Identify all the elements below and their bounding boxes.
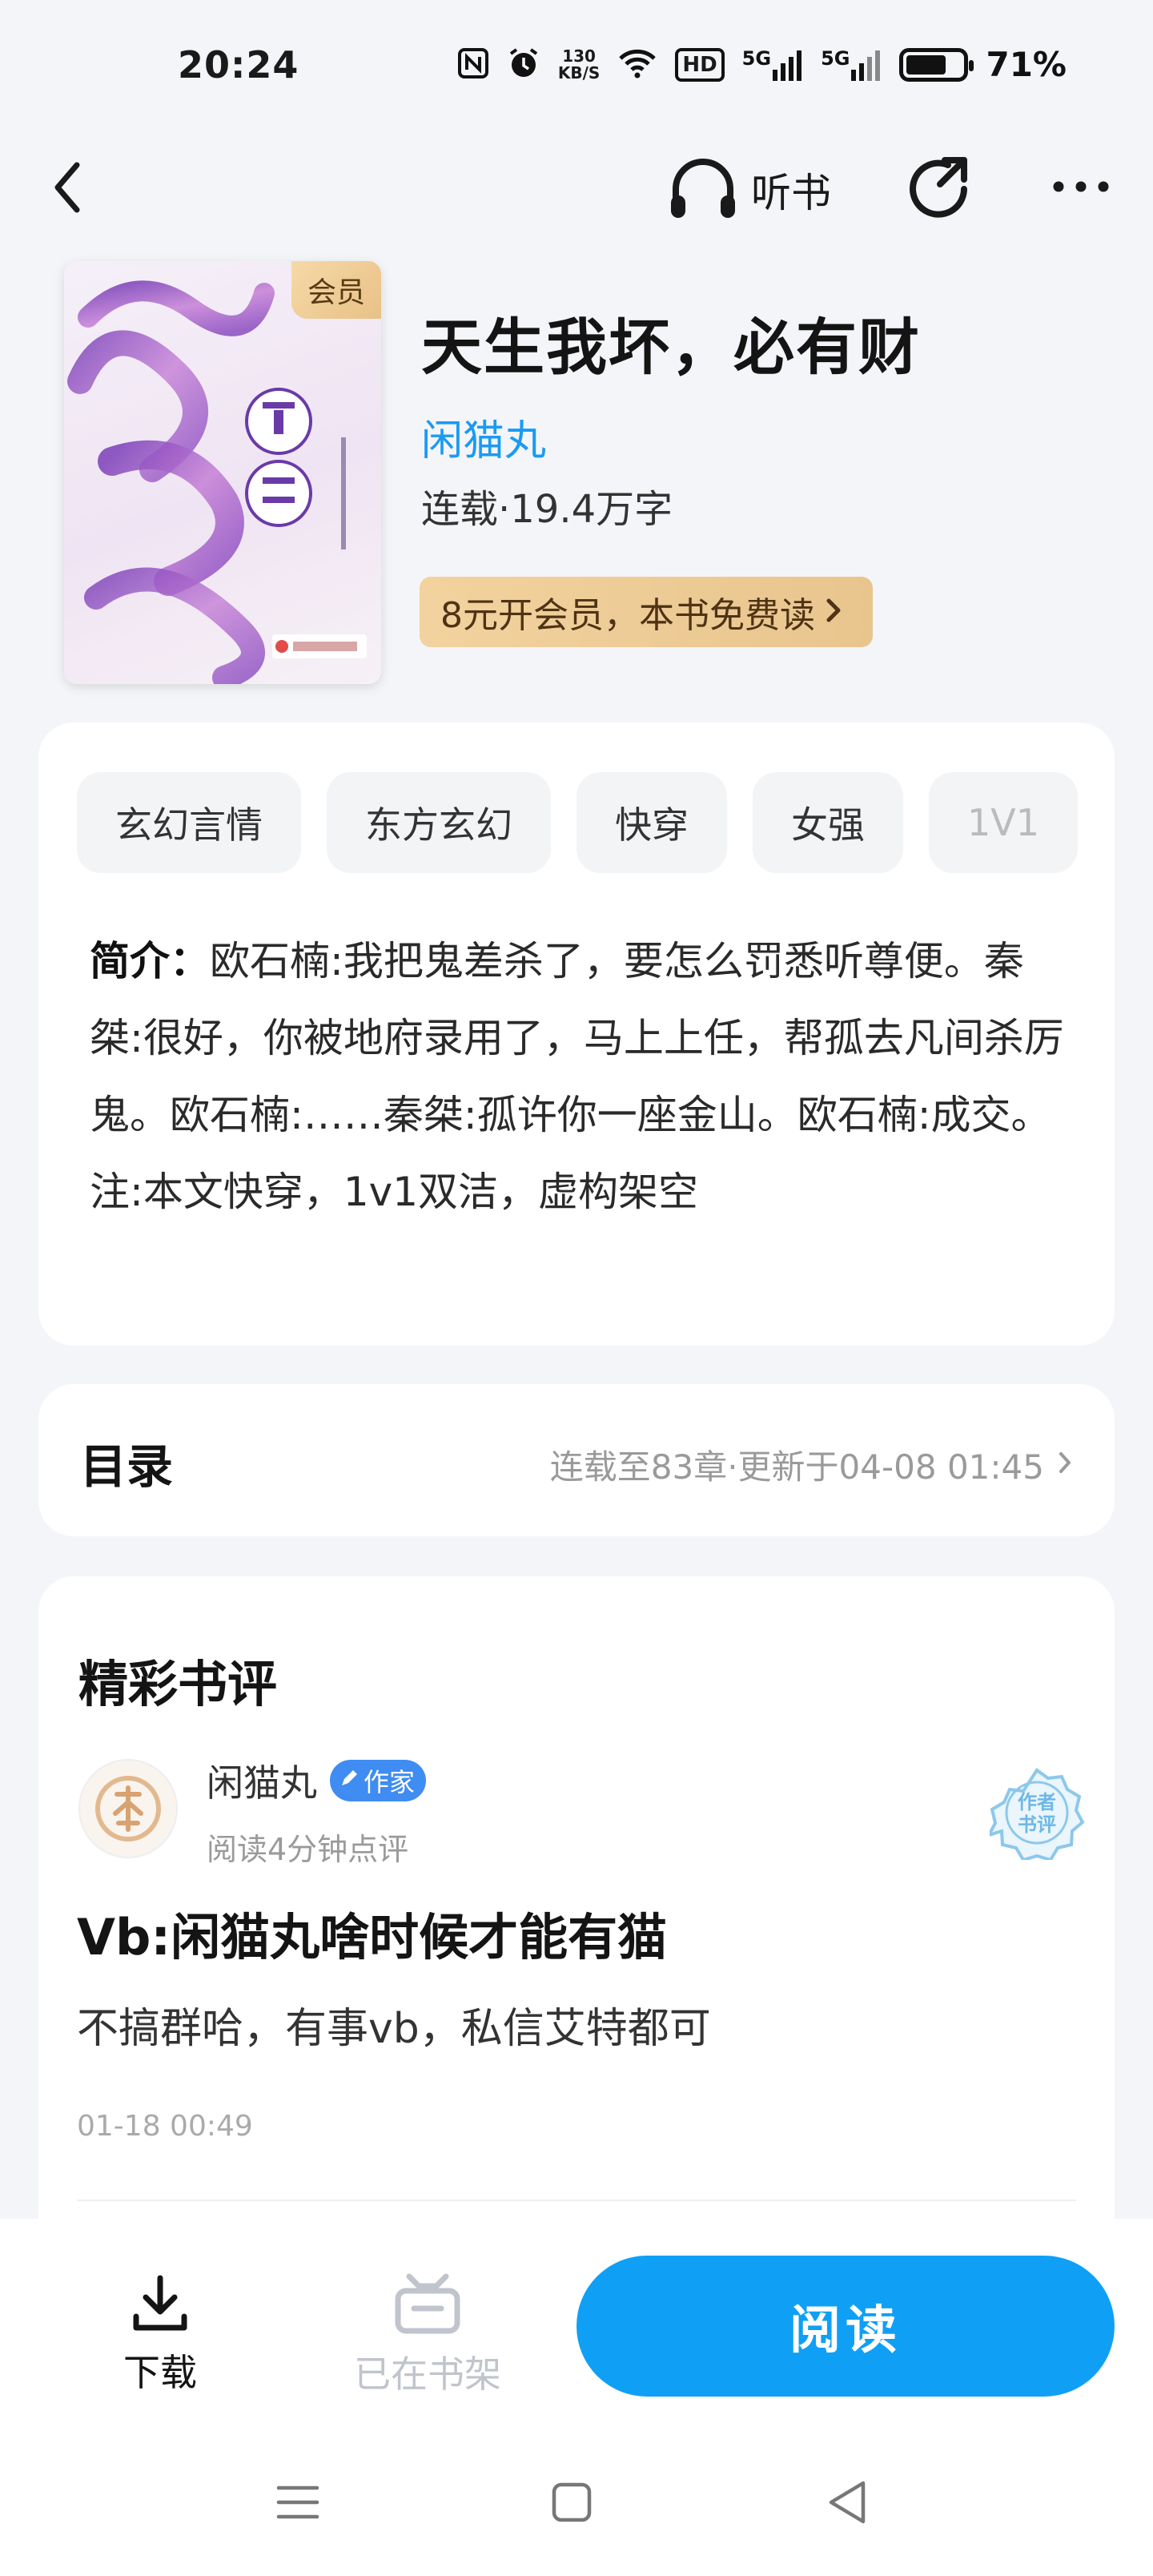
recents-menu-icon[interactable] bbox=[275, 2478, 320, 2530]
bookshelf-label: 已在书架 bbox=[354, 2353, 501, 2396]
tag-chip[interactable]: 女强 bbox=[753, 772, 903, 873]
intro-label: 简介： bbox=[90, 938, 210, 984]
status-bar: 20:24 130 KB/S HD 5G 5G 71% bbox=[0, 0, 1153, 136]
more-icon[interactable] bbox=[1049, 167, 1113, 207]
author-badge: 作家 bbox=[330, 1760, 427, 1801]
stamp-line-2: 书评 bbox=[1018, 1813, 1056, 1836]
vip-offer-button[interactable]: 8元开会员，本书免费读 bbox=[420, 577, 873, 647]
alarm-icon bbox=[507, 46, 540, 83]
avatar[interactable] bbox=[78, 1759, 178, 1858]
review-user-name: 闲猫丸 bbox=[207, 1761, 317, 1805]
vip-offer-label: 8元开会员，本书免费读 bbox=[440, 595, 815, 636]
signal-label-2: 5G bbox=[821, 46, 850, 70]
book-author-link[interactable]: 闲猫丸 bbox=[421, 407, 546, 467]
review-sub: 阅读4分钟点评 bbox=[207, 1832, 409, 1867]
hd-icon: HD bbox=[675, 47, 725, 82]
wifi-icon bbox=[617, 47, 657, 83]
chevron-right-icon bbox=[825, 592, 842, 633]
signal-5g-icon-2: 5G bbox=[821, 49, 882, 81]
status-icons: 130 KB/S HD 5G 5G 71% bbox=[457, 45, 1067, 84]
vip-badge: 会员 bbox=[291, 261, 381, 319]
toc-status-text: 连载至83章·更新于04-08 01:45 bbox=[549, 1447, 1044, 1487]
net-speed: 130 KB/S bbox=[557, 46, 601, 83]
read-button[interactable]: 阅读 bbox=[576, 2256, 1115, 2397]
download-label: 下载 bbox=[123, 2351, 197, 2394]
tag-chip[interactable]: 1V1 bbox=[929, 772, 1079, 873]
intro-text[interactable]: 简介：欧石楠:我把鬼差杀了，要怎么罚悉听尊便。秦桀:很好，你被地府录用了，马上上… bbox=[90, 923, 1076, 1230]
battery-fill bbox=[906, 54, 946, 74]
net-speed-value: 130 bbox=[562, 46, 596, 66]
divider bbox=[77, 2200, 1076, 2201]
review-body[interactable]: 不搞群哈，有事vb，私信艾特都可 bbox=[77, 1994, 711, 2055]
book-cover[interactable]: 会员 bbox=[64, 261, 381, 684]
pen-icon bbox=[338, 1765, 359, 1796]
signal-5g-icon-1: 5G bbox=[742, 49, 803, 81]
author-review-stamp-icon: 作者 书评 bbox=[985, 1765, 1085, 1862]
tag-list: 玄幻言情 东方玄幻 快穿 女强 1V1 bbox=[77, 772, 1115, 873]
intro-card: 玄幻言情 东方玄幻 快穿 女强 1V1 简介：欧石楠:我把鬼差杀了，要怎么罚悉听… bbox=[38, 722, 1115, 1346]
book-cover-art bbox=[67, 280, 367, 684]
listen-label: 听书 bbox=[751, 170, 831, 216]
tag-chip[interactable]: 玄幻言情 bbox=[77, 772, 301, 873]
review-title[interactable]: Vb:闲猫丸啥时候才能有猫 bbox=[77, 1897, 667, 1969]
nfc-icon bbox=[457, 47, 489, 83]
chevron-left-icon[interactable] bbox=[45, 155, 93, 219]
intro-body: 欧石楠:我把鬼差杀了，要怎么罚悉听尊便。秦桀:很好，你被地府录用了，马上上任，帮… bbox=[90, 938, 1064, 1215]
headphones-icon bbox=[665, 154, 741, 226]
tag-chip[interactable]: 东方玄幻 bbox=[327, 772, 551, 873]
bookshelf-button[interactable]: 已在书架 bbox=[339, 2272, 516, 2398]
download-icon bbox=[130, 2275, 191, 2339]
signal-label-1: 5G bbox=[741, 46, 772, 70]
system-nav-bar bbox=[0, 2459, 1153, 2555]
book-title: 天生我坏，必有财 bbox=[421, 312, 921, 383]
book-meta: 连载·19.4万字 bbox=[421, 487, 673, 532]
battery-icon bbox=[899, 47, 974, 82]
net-speed-unit: KB/S bbox=[557, 62, 601, 83]
bookshelf-icon bbox=[393, 2273, 462, 2341]
listen-button[interactable]: 听书 bbox=[665, 154, 831, 226]
chevron-right-icon bbox=[1057, 1445, 1073, 1484]
reviews-card: 精彩书评 闲猫丸 作家 阅读4分钟点评 作者 书评 Vb:闲猫丸啥时候才能有猫 … bbox=[38, 1576, 1115, 2297]
tag-chip[interactable]: 快穿 bbox=[576, 772, 727, 873]
share-icon[interactable] bbox=[903, 152, 975, 224]
battery-percent: 71% bbox=[986, 45, 1067, 84]
review-date: 01-18 00:49 bbox=[77, 2110, 253, 2143]
toc-card[interactable]: 目录 连载至83章·更新于04-08 01:45 bbox=[38, 1384, 1115, 1536]
top-nav: 听书 bbox=[0, 136, 1153, 240]
author-badge-label: 作家 bbox=[364, 1767, 416, 1797]
back-triangle-icon[interactable] bbox=[825, 2477, 870, 2531]
toc-title: 目录 bbox=[80, 1439, 174, 1494]
reviews-heading: 精彩书评 bbox=[78, 1655, 278, 1713]
toc-status: 连载至83章·更新于04-08 01:45 bbox=[550, 1440, 1073, 1489]
download-button[interactable]: 下载 bbox=[112, 2272, 208, 2397]
status-time: 20:24 bbox=[178, 43, 299, 87]
home-square-icon[interactable] bbox=[549, 2478, 594, 2530]
review-user[interactable]: 闲猫丸 作家 bbox=[207, 1754, 427, 1807]
stamp-line-1: 作者 bbox=[1018, 1791, 1056, 1813]
bottom-action-bar: 下载 已在书架 阅读 bbox=[0, 2219, 1153, 2576]
